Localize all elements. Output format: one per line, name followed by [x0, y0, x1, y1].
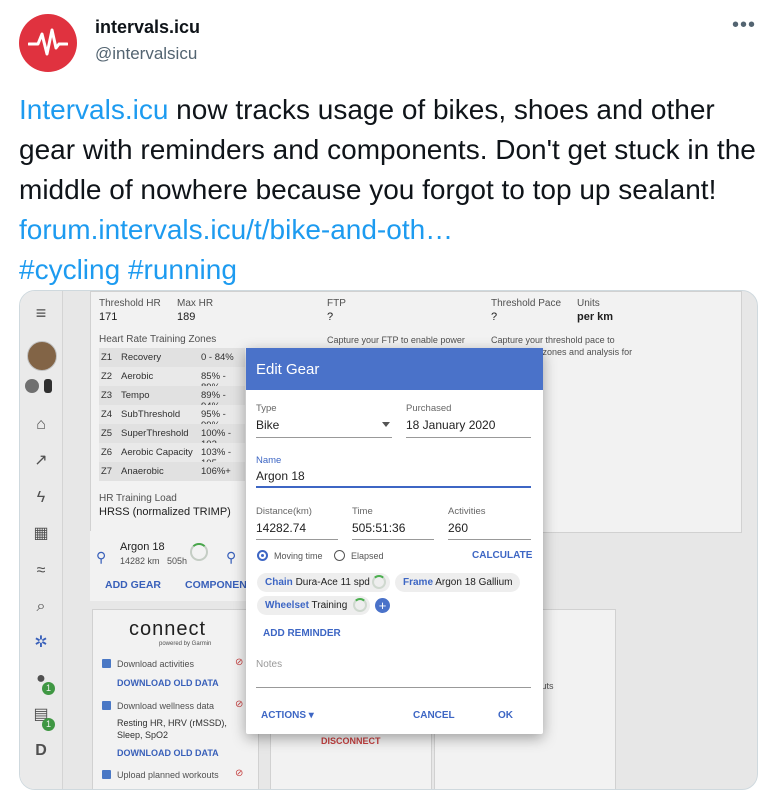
elapsed-radio[interactable]	[334, 550, 345, 561]
purchased-label: Purchased	[406, 403, 452, 414]
component-chip[interactable]: Wheelset Training	[257, 596, 370, 615]
dialog-title: Edit Gear	[256, 361, 320, 378]
time-label: Time	[352, 506, 373, 517]
activities-input[interactable]: 260	[448, 521, 468, 535]
moving-time-label: Moving time	[274, 551, 323, 561]
distance-underline	[256, 539, 338, 540]
purchased-underline	[406, 437, 531, 438]
author-avatar[interactable]	[19, 14, 77, 72]
notes-underline	[256, 687, 531, 688]
type-underline	[256, 437, 392, 438]
author-name[interactable]: intervals.icu	[95, 17, 200, 38]
author-handle[interactable]: @intervalsicu	[95, 44, 197, 64]
activities-underline	[448, 539, 531, 540]
attached-screenshot[interactable]: ≡ ⌂ ↗ ϟ ▦ ≈ ⌕ ✲ ● 1 ▤ 1 D Threshold HR 1…	[19, 290, 758, 790]
activities-label: Activities	[448, 506, 486, 517]
component-chip[interactable]: Frame Argon 18 Gallium	[395, 573, 520, 592]
pulse-logo-icon	[28, 28, 68, 56]
usage-ring	[353, 598, 367, 612]
add-reminder-button[interactable]: ADD REMINDER	[263, 628, 341, 639]
site-link[interactable]: Intervals.icu	[19, 94, 168, 125]
dropdown-arrow-icon[interactable]	[382, 422, 390, 427]
time-input[interactable]: 505:51:36	[352, 521, 405, 535]
actions-menu-button[interactable]: ACTIONS ▾	[261, 710, 314, 721]
hashtags[interactable]: #cycling #running	[19, 254, 237, 285]
ok-button[interactable]: OK	[498, 710, 513, 721]
type-select[interactable]: Bike	[256, 418, 279, 432]
tweet-text: Intervals.icu now tracks usage of bikes,…	[19, 90, 759, 290]
type-label: Type	[256, 403, 277, 414]
elapsed-label: Elapsed	[351, 551, 384, 561]
usage-ring	[372, 575, 386, 589]
more-options-icon[interactable]: •••	[732, 14, 756, 37]
dialog-header: Edit Gear	[246, 348, 543, 390]
component-chip[interactable]: Chain Dura-Ace 11 spd	[257, 573, 390, 592]
notes-textarea[interactable]: Notes	[256, 659, 282, 670]
edit-gear-dialog: Edit Gear Type Bike Purchased 18 January…	[246, 348, 543, 734]
cancel-button[interactable]: CANCEL	[413, 710, 455, 721]
distance-input[interactable]: 14282.74	[256, 521, 306, 535]
forum-link[interactable]: forum.intervals.icu/t/bike-and-oth…	[19, 214, 453, 245]
calculate-button[interactable]: CALCULATE	[472, 550, 532, 561]
purchased-input[interactable]: 18 January 2020	[406, 418, 495, 432]
distance-label: Distance(km)	[256, 506, 312, 517]
time-underline	[352, 539, 434, 540]
name-label: Name	[256, 455, 282, 466]
name-underline	[256, 486, 531, 488]
name-input[interactable]: Argon 18	[256, 469, 305, 483]
moving-time-radio[interactable]	[257, 550, 268, 561]
add-component-icon[interactable]: +	[375, 598, 390, 613]
